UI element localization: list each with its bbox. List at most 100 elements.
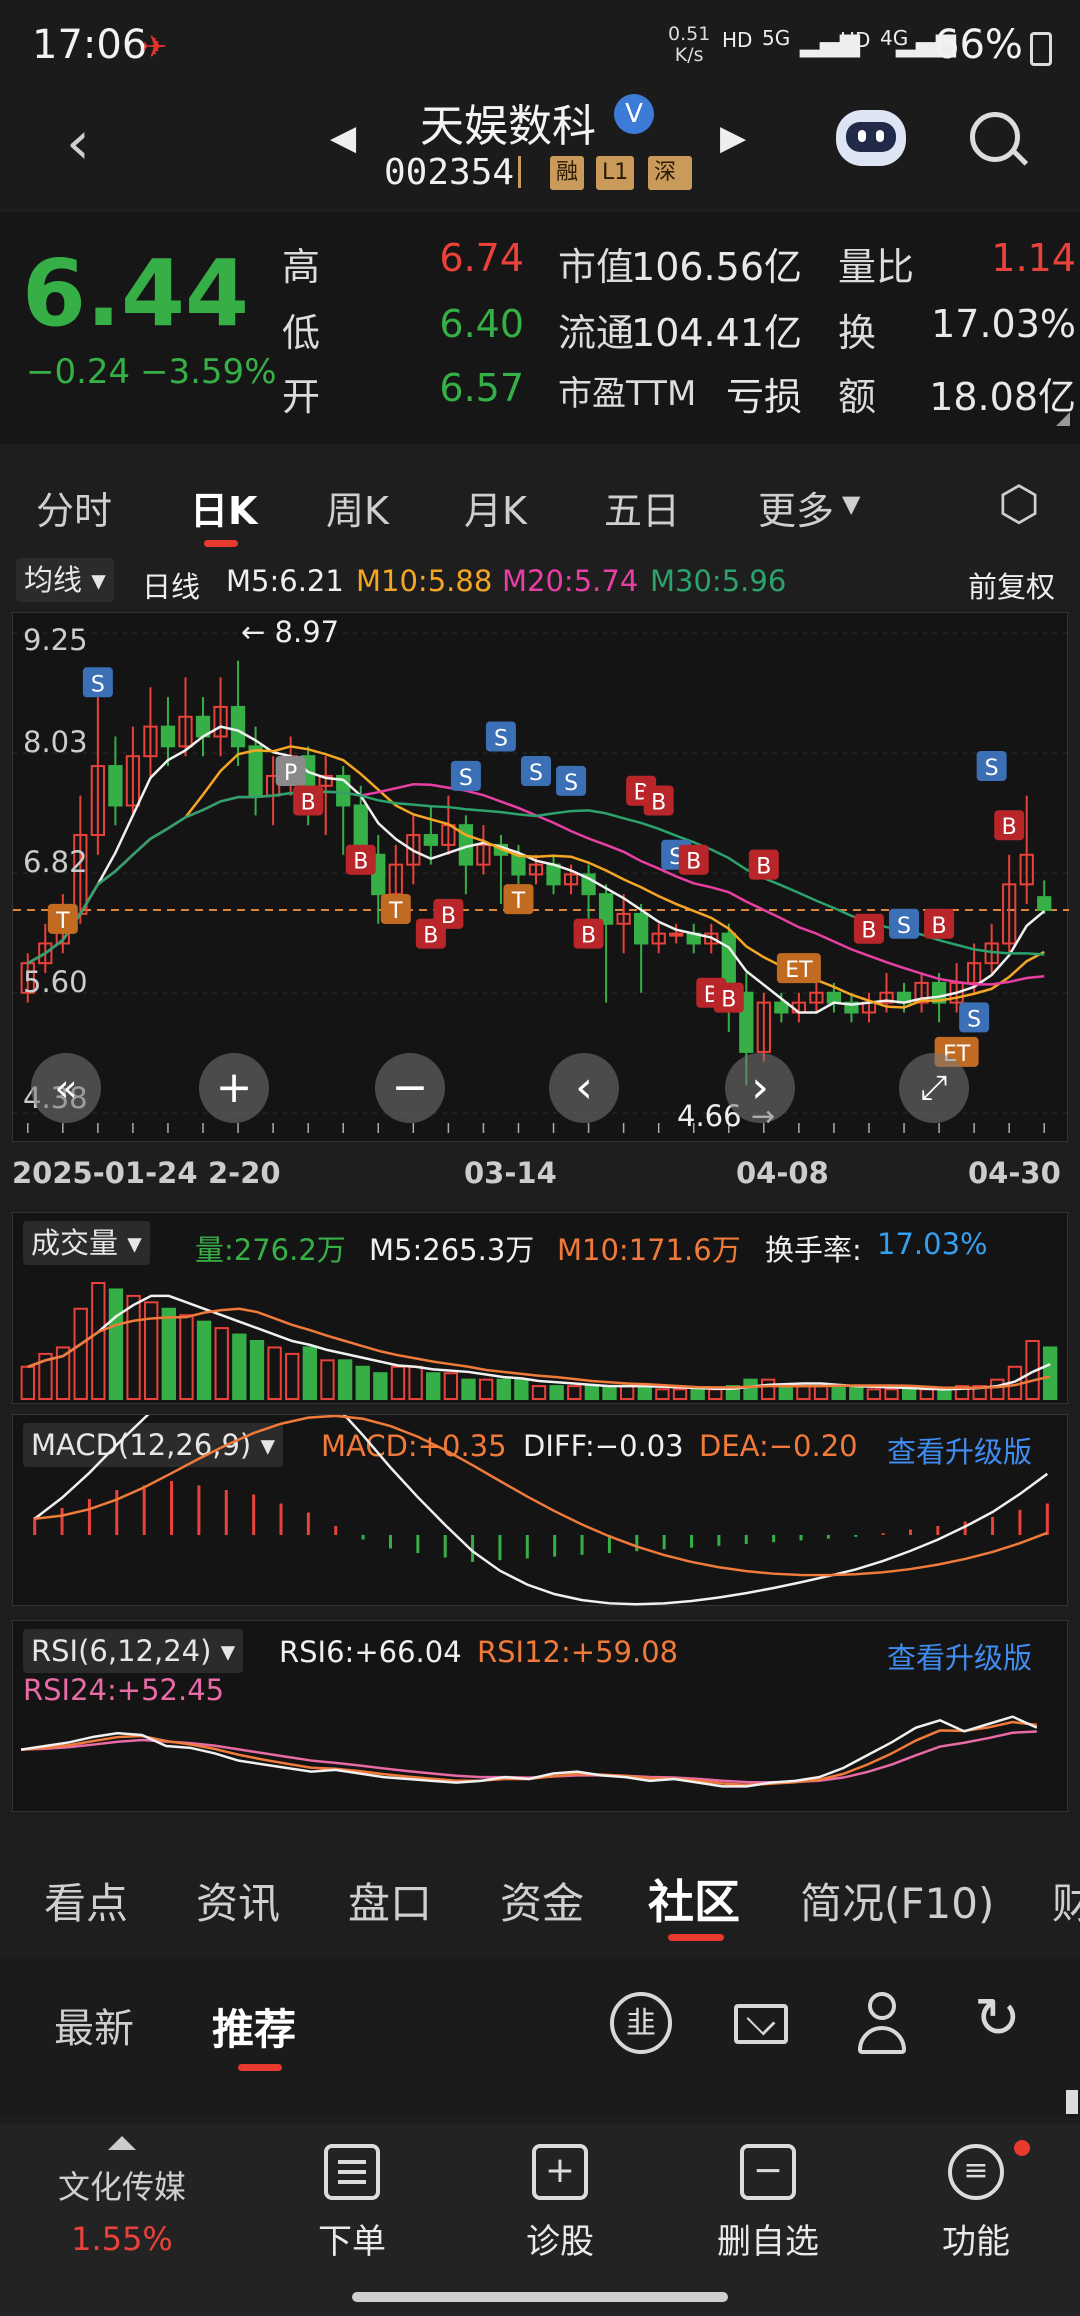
volume-bar bbox=[884, 1388, 899, 1400]
adjust-mode[interactable]: 前复权 bbox=[968, 564, 1055, 606]
rsi-panel[interactable]: RSI(6,12,24) ▾ RSI6:+66.04 RSI12:+59.08 … bbox=[12, 1620, 1068, 1812]
sector-info[interactable]: 文化传媒 1.55% bbox=[32, 2136, 212, 2258]
tab-monthly-k[interactable]: 月K bbox=[464, 480, 527, 535]
diagnose-button[interactable]: + 诊股 bbox=[490, 2144, 630, 2263]
signal-marker-label: B bbox=[581, 924, 596, 949]
message-icon[interactable] bbox=[734, 2004, 788, 2044]
price-change-pct: −3.59% bbox=[140, 352, 277, 392]
rsi-svg bbox=[20, 1715, 1038, 1788]
volume-bar bbox=[426, 1372, 441, 1401]
signal-marker-label: B bbox=[861, 919, 876, 944]
profile-icon[interactable] bbox=[858, 1992, 906, 2056]
home-indicator[interactable] bbox=[352, 2292, 728, 2302]
battery-icon bbox=[1030, 32, 1052, 66]
volume-bar bbox=[902, 1388, 917, 1400]
order-button[interactable]: 下单 bbox=[282, 2144, 422, 2263]
functions-label: 功能 bbox=[942, 2222, 1010, 2262]
tab-highlights[interactable]: 看点 bbox=[44, 1870, 128, 1931]
kline-chart-panel[interactable]: S T P B B T B B S S T S S B B B S B B B B ET B S B ET S S B 9.25 8.0… bbox=[12, 612, 1069, 1142]
notification-dot bbox=[1014, 2140, 1030, 2156]
functions-button[interactable]: ≡ 功能 bbox=[906, 2140, 1046, 2263]
scroll-left-button[interactable]: ‹ bbox=[549, 1053, 619, 1123]
volume-bar bbox=[831, 1385, 846, 1401]
tag-margin[interactable]: 融 bbox=[550, 156, 585, 190]
tab-latest[interactable]: 最新 bbox=[54, 1996, 134, 2054]
zoom-in-button[interactable]: + bbox=[199, 1053, 269, 1123]
vol-ratio-value: 1.14 bbox=[991, 236, 1076, 280]
tab-news[interactable]: 资讯 bbox=[196, 1870, 280, 1931]
volume-bar bbox=[743, 1378, 758, 1401]
search-icon[interactable] bbox=[970, 112, 1029, 166]
volume-bar bbox=[866, 1388, 882, 1400]
next-stock-icon[interactable]: ▶ bbox=[720, 118, 746, 158]
volume-bar bbox=[602, 1385, 617, 1401]
hd-label: HD bbox=[722, 28, 753, 52]
tab-five-day[interactable]: 五日 bbox=[604, 480, 680, 535]
tag-sz-connect[interactable]: 深股 bbox=[648, 156, 692, 190]
tab-f10[interactable]: 简况(F10) bbox=[800, 1870, 994, 1931]
recommended-tab-indicator bbox=[238, 2064, 282, 2071]
remove-watchlist-button[interactable]: − 删自选 bbox=[698, 2144, 838, 2263]
volume-bar bbox=[267, 1346, 282, 1400]
tab-finance[interactable]: 财 bbox=[1052, 1870, 1080, 1931]
prev-stock-icon[interactable]: ◀ bbox=[330, 118, 356, 158]
sector-name: 文化传媒 bbox=[57, 2168, 186, 2206]
more-dropdown-icon[interactable]: ▼ bbox=[842, 490, 860, 518]
signal-marker-label: S bbox=[564, 771, 578, 796]
diff-line bbox=[33, 1415, 1049, 1606]
macd-panel[interactable]: MACD(12,26,9) ▾ MACD:+0.35 DIFF:−0.03 DE… bbox=[12, 1414, 1068, 1606]
signal-marker-label: S bbox=[91, 672, 105, 697]
mktcap-value: 106.56亿 bbox=[631, 245, 802, 289]
volume-bar bbox=[373, 1372, 388, 1401]
tab-weekly-k[interactable]: 周K bbox=[326, 480, 389, 535]
x-label-1: 2025-01-24 bbox=[12, 1156, 198, 1190]
settings-hex-icon[interactable]: ⬡ bbox=[998, 476, 1040, 532]
candle-body bbox=[248, 745, 263, 797]
net-speed: 0.51 K/s bbox=[668, 24, 710, 66]
tab-order-book[interactable]: 盘口 bbox=[348, 1870, 432, 1931]
ai-assistant-icon[interactable] bbox=[836, 110, 906, 166]
tab-daily-k[interactable]: 日K bbox=[190, 480, 257, 535]
low-label: 低 bbox=[282, 311, 321, 355]
turnover-label: 换 bbox=[838, 311, 877, 355]
tag-l1[interactable]: L1 bbox=[596, 156, 635, 190]
volume-bar bbox=[285, 1352, 300, 1400]
volume-bar bbox=[91, 1282, 106, 1400]
candle-body bbox=[669, 932, 684, 937]
community-subtabs: 最新 推荐 韭 ↻ bbox=[0, 1958, 1080, 2118]
tab-recommended[interactable]: 推荐 bbox=[212, 1996, 296, 2057]
float-label: 流通 bbox=[558, 311, 635, 355]
zoom-out-button[interactable]: − bbox=[375, 1053, 445, 1123]
battery-level: 66% bbox=[934, 22, 1023, 68]
remove-watchlist-icon: − bbox=[740, 2144, 796, 2200]
volume-bar bbox=[302, 1346, 318, 1400]
sector-expand-icon bbox=[108, 2136, 136, 2150]
tab-funds[interactable]: 资金 bbox=[500, 1870, 584, 1931]
volume-bar bbox=[144, 1301, 159, 1400]
signal-marker-label: B bbox=[441, 904, 456, 929]
ma30-value: M30:5.96 bbox=[650, 564, 787, 598]
quote-panel: 6.44 −0.24 −3.59% 高 6.74 低 6.40 开 6.57 市… bbox=[0, 212, 1080, 444]
back-icon[interactable]: ‹ bbox=[66, 108, 90, 178]
verified-icon[interactable]: V bbox=[614, 94, 654, 134]
volume-bar bbox=[584, 1385, 600, 1401]
y-label-4: 5.60 bbox=[23, 965, 88, 999]
volume-bar bbox=[496, 1378, 511, 1401]
signal-marker-label: T bbox=[511, 889, 526, 914]
community-logo-icon[interactable]: 韭 bbox=[610, 1992, 672, 2054]
ma-dropdown[interactable]: 均线 ▾ bbox=[16, 558, 114, 602]
tab-community[interactable]: 社区 bbox=[648, 1866, 740, 1932]
x-label-4: 04-08 bbox=[736, 1156, 829, 1190]
refresh-icon[interactable]: ↻ bbox=[974, 1986, 1021, 2051]
volume-bar bbox=[567, 1385, 582, 1401]
scroll-right-button[interactable]: › bbox=[725, 1053, 795, 1123]
signal-marker-label: B bbox=[301, 791, 316, 816]
fullscreen-button[interactable]: ⤢ bbox=[899, 1053, 969, 1123]
volume-panel[interactable]: 成交量 ▾ 量:276.2万 M5:265.3万 M10:171.6万 换手率:… bbox=[12, 1212, 1068, 1404]
volume-bar bbox=[390, 1365, 406, 1400]
scroll-start-button[interactable]: « bbox=[31, 1053, 101, 1123]
volume-bar bbox=[461, 1378, 476, 1401]
tab-intraday[interactable]: 分时 bbox=[36, 480, 112, 535]
expand-corner-icon[interactable] bbox=[1056, 412, 1070, 426]
tab-more[interactable]: 更多 bbox=[758, 480, 834, 535]
